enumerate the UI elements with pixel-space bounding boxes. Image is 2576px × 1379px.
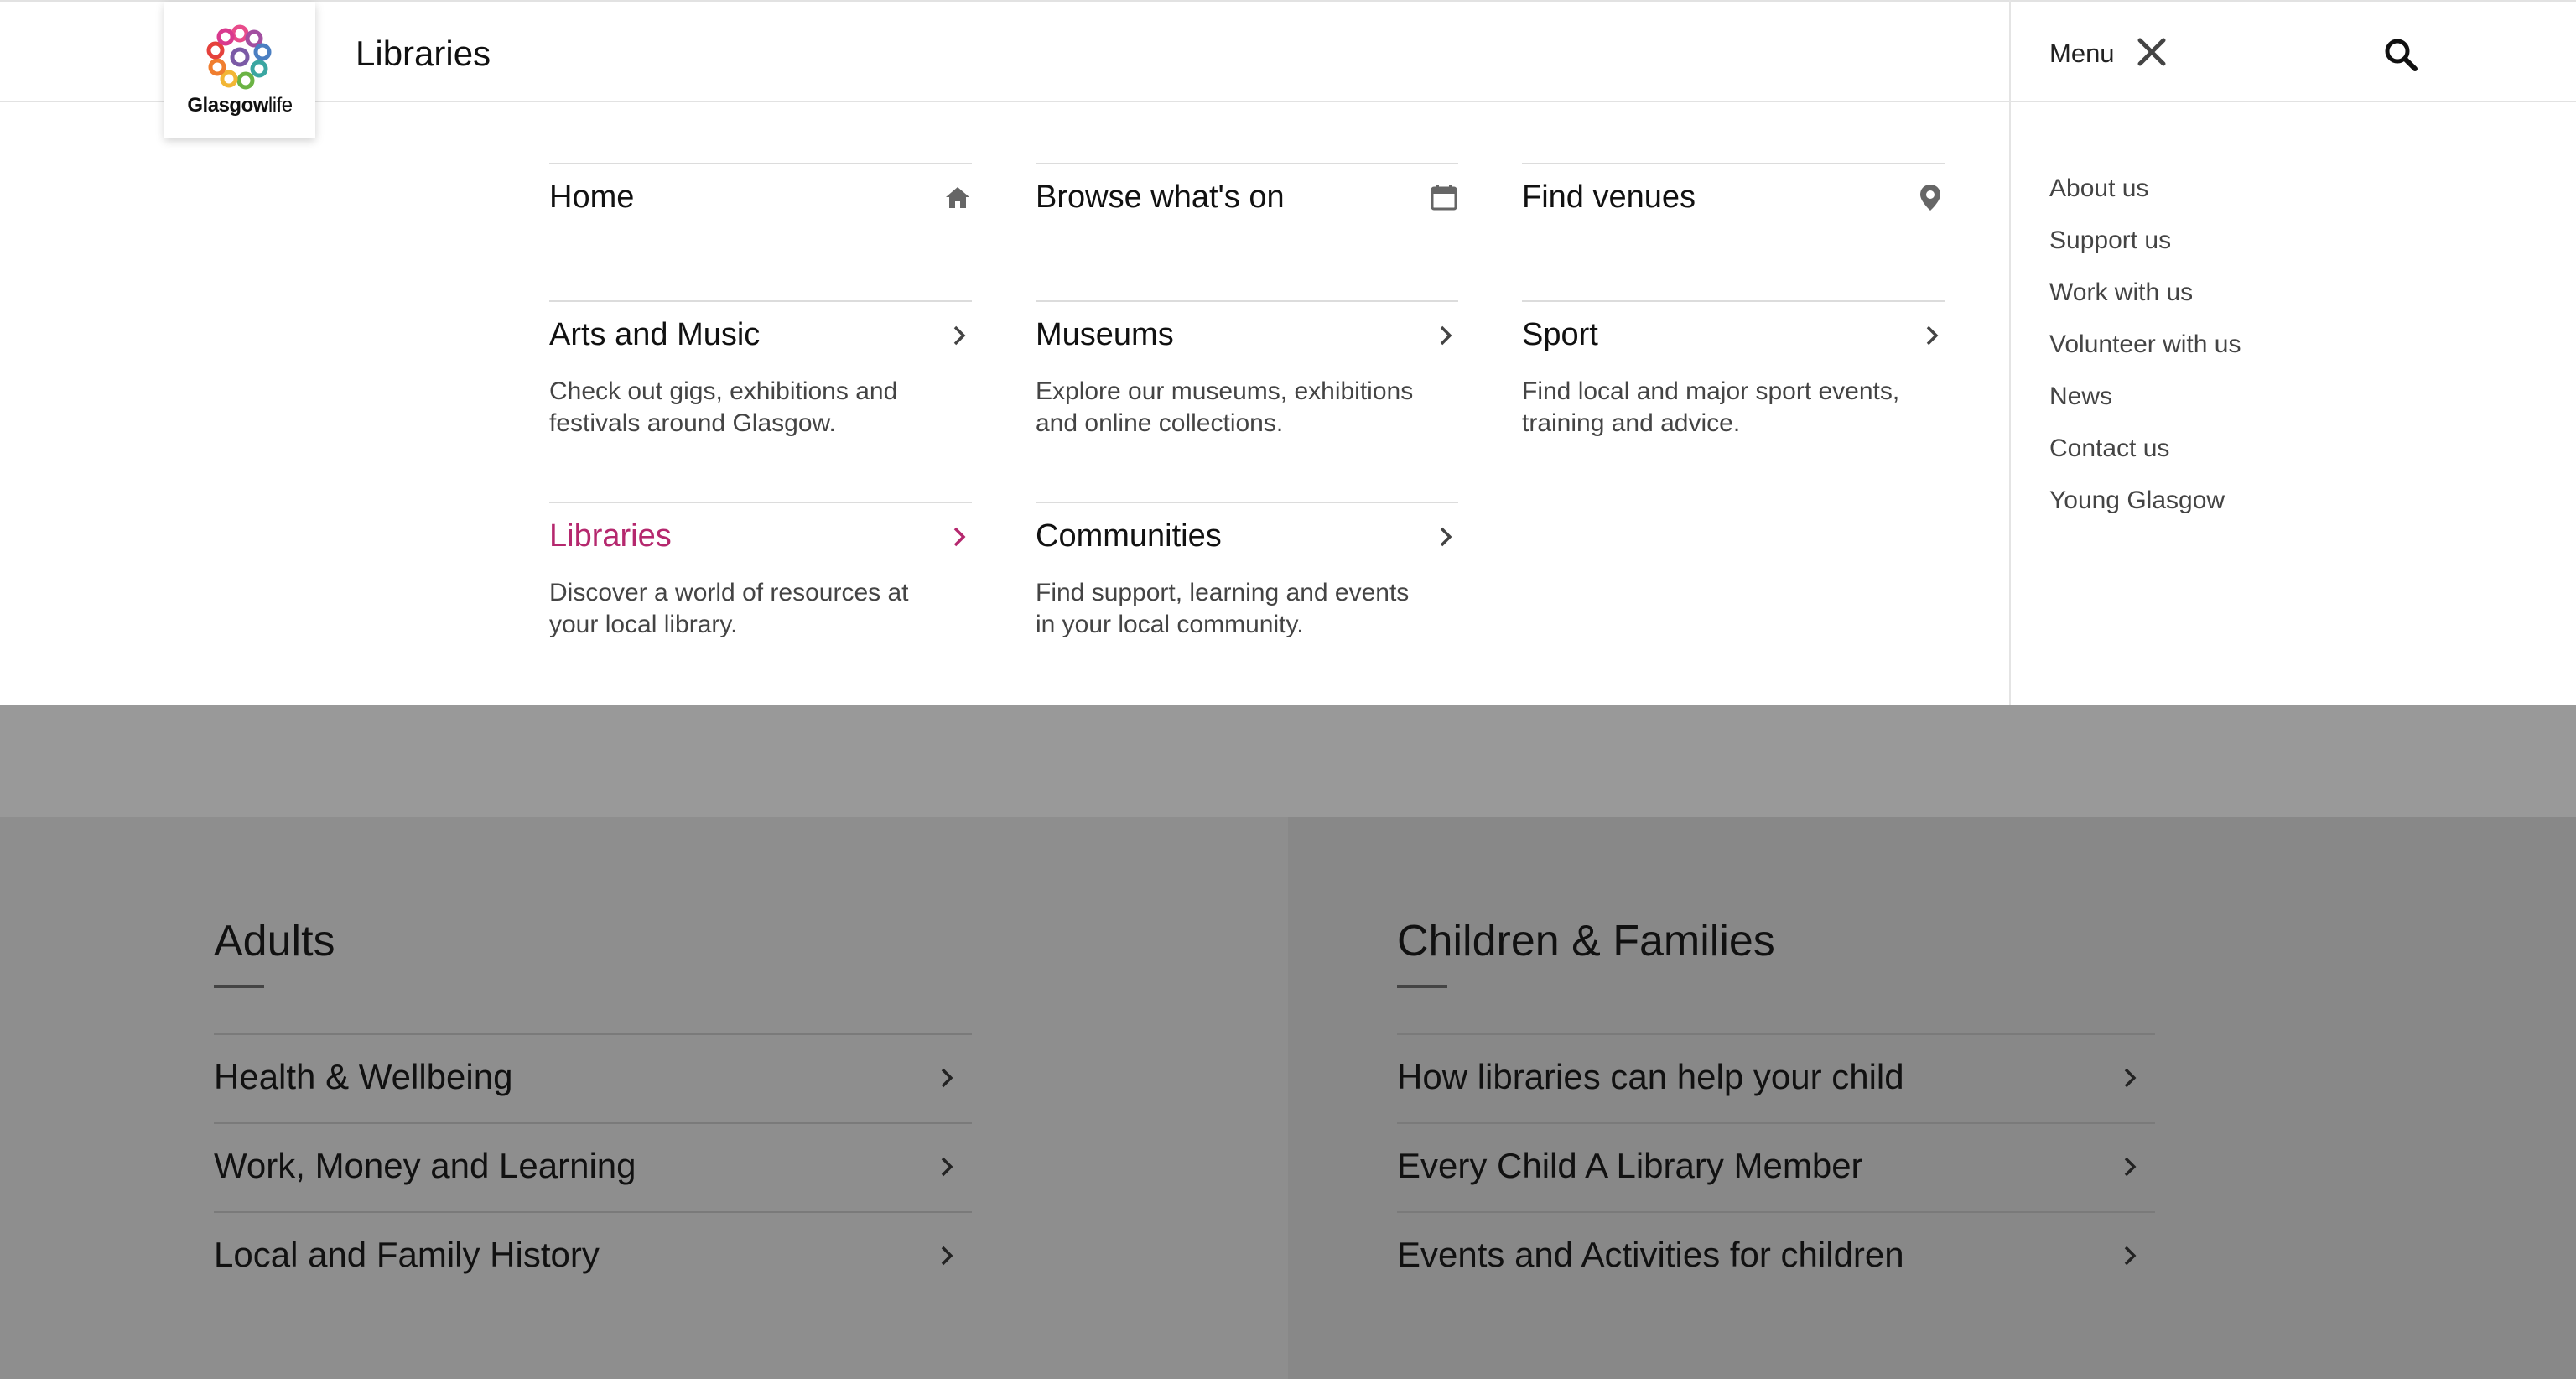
chevron-right-icon (941, 1246, 953, 1266)
secondary-menu: About us Support us Work with us Volunte… (2049, 163, 2241, 527)
menu-item-description: Find support, learning and events in you… (1036, 579, 1410, 638)
menu-item-label: Browse what's on (1036, 180, 1285, 215)
adults-section: Adults Health & Wellbeing Work, Money an… (0, 817, 1288, 1379)
section-underline (214, 985, 264, 988)
map-pin-icon (1920, 185, 1940, 211)
list-item-label: Work, Money and Learning (214, 1146, 636, 1185)
side-link-support-us[interactable]: Support us (2049, 215, 2241, 267)
menu-item-label: Home (549, 180, 635, 215)
logo-flower-icon (206, 24, 272, 90)
list-item-label: Local and Family History (214, 1235, 600, 1274)
site-header: Glasgowlife Libraries Menu (0, 0, 2576, 138)
chevron-right-icon (1926, 325, 1939, 346)
list-item[interactable]: Events and Activities for children (1397, 1211, 2155, 1300)
close-icon[interactable] (2135, 35, 2168, 69)
side-link-contact-us[interactable]: Contact us (2049, 423, 2241, 475)
chevron-right-icon (2124, 1246, 2137, 1266)
chevron-right-icon (2124, 1157, 2137, 1177)
chevron-right-icon (941, 1157, 953, 1177)
menu-item-description: Check out gigs, exhibitions and festival… (549, 377, 898, 437)
adults-link-list: Health & Wellbeing Work, Money and Learn… (214, 1033, 972, 1300)
menu-item-label: Arts and Music (549, 317, 761, 352)
list-item[interactable]: Work, Money and Learning (214, 1122, 972, 1211)
list-item-label: Health & Wellbeing (214, 1057, 513, 1096)
list-item-label: Every Child A Library Member (1397, 1146, 1863, 1185)
list-item[interactable]: Local and Family History (214, 1211, 972, 1300)
menu-item-home[interactable]: Home (549, 163, 972, 289)
calendar-icon (1431, 185, 1457, 211)
list-item[interactable]: How libraries can help your child (1397, 1033, 2155, 1122)
section-underline (1397, 985, 1447, 988)
menu-item-description: Explore our museums, exhibitions and onl… (1036, 377, 1414, 437)
menu-item-communities[interactable]: Communities Find support, learning and e… (1036, 502, 1458, 695)
menu-item-libraries[interactable]: Libraries Discover a world of resources … (549, 502, 972, 695)
menu-item-find-venues[interactable]: Find venues (1522, 163, 1945, 289)
chevron-right-icon (1440, 527, 1452, 547)
side-link-work-with-us[interactable]: Work with us (2049, 267, 2241, 319)
chevron-right-icon (1440, 325, 1452, 346)
chevron-right-icon (953, 527, 966, 547)
glasgow-life-logo[interactable]: Glasgowlife (164, 2, 315, 138)
section-title: Adults (214, 917, 335, 965)
menu-label[interactable]: Menu (2049, 39, 2115, 69)
chevron-right-icon (953, 325, 966, 346)
menu-item-label: Libraries (549, 518, 672, 554)
site-title[interactable]: Libraries (356, 34, 491, 74)
menu-item-description: Discover a world of resources at your lo… (549, 579, 909, 638)
side-link-news[interactable]: News (2049, 371, 2241, 423)
chevron-right-icon (2124, 1068, 2137, 1088)
home-icon (946, 187, 969, 208)
menu-item-museums[interactable]: Museums Explore our museums, exhibitions… (1036, 300, 1458, 493)
menu-panel-divider (2009, 0, 2011, 705)
list-item-label: Events and Activities for children (1397, 1235, 1904, 1274)
menu-item-browse-whats-on[interactable]: Browse what's on (1036, 163, 1458, 289)
chevron-right-icon (941, 1068, 953, 1088)
menu-item-label: Find venues (1522, 180, 1696, 215)
page-overlay-band (0, 705, 2576, 817)
list-item-label: How libraries can help your child (1397, 1057, 1904, 1096)
list-item[interactable]: Health & Wellbeing (214, 1033, 972, 1122)
mega-menu: Home Browse what's on Find venues Arts a… (0, 102, 2576, 705)
list-item[interactable]: Every Child A Library Member (1397, 1122, 2155, 1211)
menu-item-label: Sport (1522, 317, 1598, 352)
side-link-young-glasgow[interactable]: Young Glasgow (2049, 475, 2241, 527)
menu-item-arts-and-music[interactable]: Arts and Music Check out gigs, exhibitio… (549, 300, 972, 493)
menu-item-label: Communities (1036, 518, 1222, 554)
menu-item-sport[interactable]: Sport Find local and major sport events,… (1522, 300, 1945, 493)
section-title: Children & Families (1397, 917, 1775, 965)
side-link-about-us[interactable]: About us (2049, 163, 2241, 215)
children-link-list: How libraries can help your child Every … (1397, 1033, 2155, 1300)
menu-item-description: Find local and major sport events, train… (1522, 377, 1900, 437)
menu-item-label: Museums (1036, 317, 1174, 352)
search-icon[interactable] (2383, 37, 2418, 72)
children-families-section: Children & Families How libraries can he… (1288, 817, 2576, 1379)
side-link-volunteer-with-us[interactable]: Volunteer with us (2049, 319, 2241, 371)
logo-wordmark: Glasgowlife (187, 94, 293, 117)
